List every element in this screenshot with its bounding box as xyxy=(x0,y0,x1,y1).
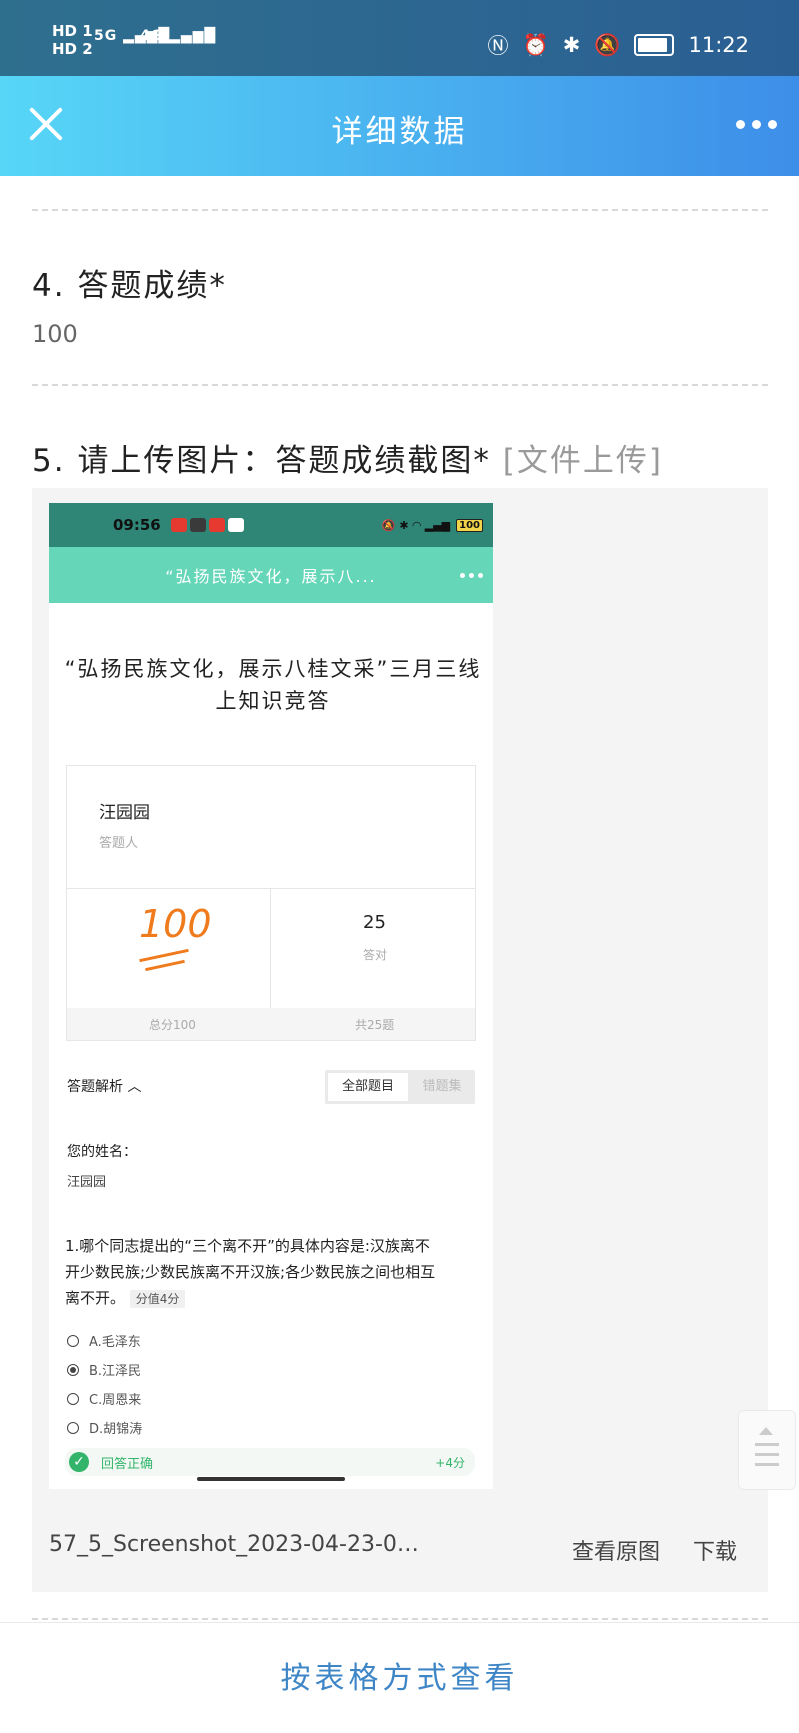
embedded-correct-count: 25 xyxy=(363,912,386,933)
embedded-question-1: 1.哪个同志提出的“三个离不开”的具体内容是:汉族离不开少数民族;少数民族离不开… xyxy=(65,1237,436,1308)
embedded-tab-wrong: 错题集 xyxy=(422,1079,462,1094)
embedded-name-answer: 汪园园 xyxy=(67,1175,107,1190)
page-title: 详细数据 xyxy=(331,114,468,150)
embedded-respondent-label: 答题人 xyxy=(99,836,139,851)
attachment-image[interactable]: 09:56 🔕 ✱ ◠ ▂▄▆ 100 “弘扬民族文化，展示八... “弘扬民族… xyxy=(49,503,493,1489)
question-4-answer: 100 xyxy=(32,320,78,348)
question-5-title: 5. 请上传图片：答题成绩截图* [文件上传] xyxy=(32,443,663,479)
embedded-name-question: 您的姓名： xyxy=(67,1144,137,1160)
divider xyxy=(32,384,768,386)
divider xyxy=(32,209,768,211)
embedded-score: 100 xyxy=(139,902,212,946)
table-view-link[interactable]: 按表格方式查看 xyxy=(0,1653,799,1697)
signal-4g: 4G ▂▄▆█ xyxy=(140,28,217,44)
battery-icon xyxy=(634,34,675,56)
question-5-type-hint: [文件上传] xyxy=(502,443,663,479)
app-header: 详细数据 xyxy=(0,76,799,176)
status-bar: HD 1 HD 2 5G ▂▄▆█ 4G ▂▄▆█ Ⓝ ⏰ ✱ 🔕 11:22 xyxy=(0,0,799,76)
sim-badges: HD 1 HD 2 xyxy=(52,22,93,58)
bluetooth-icon: ✱ xyxy=(562,33,581,57)
embedded-score-card: 汪园园 答题人 100 25 答对 总分100 共25题 xyxy=(66,765,476,1041)
embedded-tabs: 全部题目 错题集 xyxy=(325,1070,475,1104)
embedded-status-bar: 09:56 🔕 ✱ ◠ ▂▄▆ 100 xyxy=(49,503,493,547)
embedded-tab-all: 全部题目 xyxy=(328,1073,408,1101)
embedded-correct-label: 答对 xyxy=(363,948,388,962)
view-original-button[interactable]: 查看原图 xyxy=(572,1534,660,1566)
embedded-total-questions: 共25题 xyxy=(355,1018,395,1032)
question-4-title: 4. 答题成绩* xyxy=(32,268,227,304)
scroll-to-top-button[interactable] xyxy=(738,1410,796,1490)
check-icon: ✓ xyxy=(69,1452,89,1472)
embedded-battery: 100 xyxy=(456,518,483,532)
nfc-icon: Ⓝ xyxy=(487,34,509,58)
sim2-badge: HD 2 xyxy=(52,40,93,58)
mute-icon: 🔕 xyxy=(594,32,621,57)
bottom-separator xyxy=(0,1622,799,1623)
attachment-filename: 57_5_Screenshot_2023-04-23-0… xyxy=(49,1532,419,1557)
embedded-header: “弘扬民族文化，展示八... xyxy=(49,547,493,603)
embedded-points-badge: 分值4分 xyxy=(129,1290,186,1308)
status-icons: Ⓝ ⏰ ✱ 🔕 11:22 xyxy=(488,30,749,60)
embedded-home-indicator xyxy=(197,1477,345,1481)
embedded-respondent-name: 汪园园 xyxy=(99,803,150,823)
divider xyxy=(32,1618,768,1620)
embedded-option-b: B.江泽民 xyxy=(67,1360,141,1379)
download-button[interactable]: 下载 xyxy=(693,1534,737,1566)
embedded-total-score: 总分100 xyxy=(149,1018,196,1032)
embedded-option-c: C.周恩来 xyxy=(67,1389,141,1408)
embedded-option-d: D.胡锦涛 xyxy=(67,1418,142,1437)
embedded-quiz-title: “弘扬民族文化，展示八桂文采”三月三线上知识竞答 xyxy=(64,657,482,713)
embedded-result: ✓ 回答正确 +4分 xyxy=(65,1448,475,1476)
embedded-analysis-label: 答题解析 ︿ xyxy=(67,1079,142,1095)
sim1-badge: HD 1 xyxy=(52,22,93,40)
clock: 11:22 xyxy=(688,33,749,57)
alarm-icon: ⏰ xyxy=(522,32,549,57)
more-options-icon[interactable] xyxy=(736,120,777,129)
embedded-option-a: A.毛泽东 xyxy=(67,1331,141,1350)
